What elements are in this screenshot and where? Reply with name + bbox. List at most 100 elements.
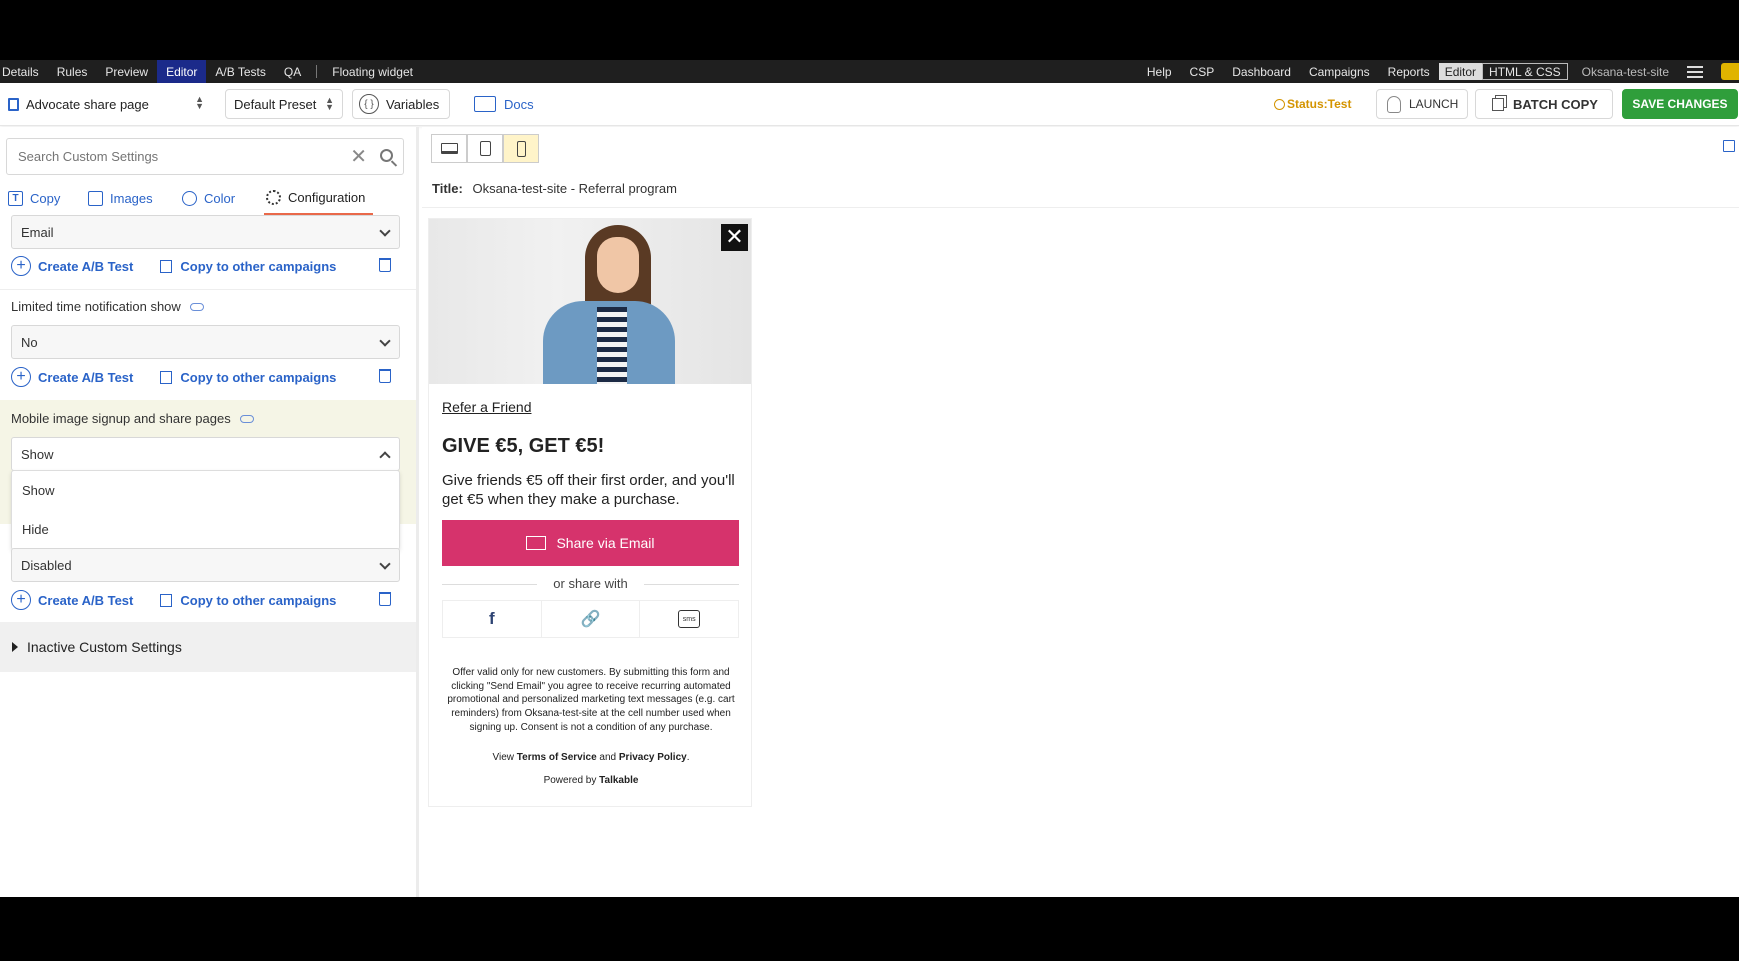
docs-link[interactable]: Docs (474, 89, 534, 119)
updown-arrows-icon: ▲ ▼ (195, 94, 204, 111)
chevron-down-icon (379, 558, 391, 570)
nav-reports[interactable]: Reports (1379, 60, 1439, 83)
copy-link-button[interactable]: 🔗 (542, 601, 641, 637)
setting-select-open[interactable]: Show (11, 437, 400, 471)
page-select[interactable]: Advocate share page ▲ ▼ (2, 89, 212, 119)
tablet-view-button[interactable] (467, 134, 503, 163)
select-value: Disabled (21, 557, 72, 573)
nav-floating-widget[interactable]: Floating widget (323, 60, 422, 83)
plus-icon[interactable]: + (11, 590, 31, 610)
link-icon: 🔗 (580, 611, 601, 628)
variables-button[interactable]: { } Variables (352, 89, 450, 119)
refer-a-friend-link[interactable]: Refer a Friend (442, 399, 531, 415)
tab-copy[interactable]: T Copy (8, 182, 60, 215)
terms-and: and (599, 752, 617, 763)
plus-icon[interactable]: + (11, 367, 31, 387)
search-icon[interactable] (380, 149, 393, 162)
facebook-icon: f (489, 609, 495, 628)
setting-actions: + Create A/B Test Copy to other campaign… (11, 365, 411, 389)
external-link-icon[interactable] (1723, 140, 1735, 152)
title-value: Oksana-test-site - Referral program (472, 181, 677, 196)
search-input[interactable] (18, 149, 338, 164)
updown-arrows-icon: ▲ ▼ (325, 95, 334, 112)
facebook-share-button[interactable]: f (443, 601, 542, 637)
trash-icon[interactable] (379, 369, 391, 383)
setting-select[interactable]: Email (11, 215, 400, 249)
mobile-view-button[interactable] (503, 134, 539, 163)
tab-configuration-label: Configuration (288, 190, 366, 205)
site-name[interactable]: Oksana-test-site (1568, 60, 1681, 83)
sms-share-button[interactable]: sms (640, 601, 738, 637)
launch-button[interactable]: LAUNCH (1376, 89, 1468, 119)
rocket-icon (1387, 95, 1401, 113)
share-via-email-button[interactable]: Share via Email (442, 520, 739, 566)
terms-of-service-link[interactable]: Terms of Service (517, 752, 597, 763)
tab-copy-label: Copy (30, 191, 61, 206)
plus-icon[interactable]: + (11, 256, 31, 276)
copy-icon (160, 370, 173, 384)
image-icon (88, 191, 103, 206)
preset-label: Default Preset (234, 96, 317, 112)
nav-preview[interactable]: Preview (96, 60, 157, 83)
docs-icon (474, 96, 496, 112)
nav-ab-tests[interactable]: A/B Tests (206, 60, 274, 83)
tablet-icon (479, 141, 491, 156)
preset-select[interactable]: Default Preset ▲ ▼ (225, 89, 343, 119)
setting-select[interactable]: Disabled (11, 548, 400, 582)
tab-color[interactable]: Color (182, 182, 235, 215)
option-show[interactable]: Show (12, 471, 399, 510)
inactive-settings-toggle[interactable]: Inactive Custom Settings (0, 622, 416, 672)
nav-help[interactable]: Help (1138, 60, 1181, 83)
lock-icon[interactable] (1721, 63, 1739, 80)
option-hide[interactable]: Hide (12, 510, 399, 549)
search-box: ✕ (6, 138, 404, 175)
link-icon[interactable] (239, 414, 254, 423)
page-title: Title: Oksana-test-site - Referral progr… (432, 181, 677, 196)
or-share-with-label: or share with (442, 576, 739, 591)
nav-rules[interactable]: Rules (48, 60, 97, 83)
nav-editor[interactable]: Editor (157, 60, 207, 83)
phone-icon (516, 140, 526, 157)
copy-to-campaigns-button[interactable]: Copy to other campaigns (180, 593, 336, 608)
trash-icon[interactable] (379, 258, 391, 272)
docs-label: Docs (504, 96, 534, 112)
privacy-policy-link[interactable]: Privacy Policy (619, 752, 687, 763)
envelope-icon (526, 536, 547, 550)
variables-label: Variables (386, 96, 440, 112)
batch-copy-button[interactable]: BATCH COPY (1475, 89, 1613, 119)
status-dot-icon (1274, 98, 1285, 110)
nav-campaigns[interactable]: Campaigns (1300, 60, 1379, 83)
toggle-editor[interactable]: Editor (1438, 63, 1483, 80)
chevron-down-icon (379, 335, 391, 347)
tab-images[interactable]: Images (88, 182, 153, 215)
trash-icon[interactable] (379, 592, 391, 606)
nav-csp[interactable]: CSP (1181, 60, 1224, 83)
save-changes-button[interactable]: SAVE CHANGES (1622, 89, 1738, 119)
setting-select[interactable]: No (11, 325, 400, 359)
copy-to-campaigns-button[interactable]: Copy to other campaigns (180, 259, 336, 274)
nav-divider (316, 65, 318, 78)
desktop-view-button[interactable] (431, 134, 467, 163)
link-icon[interactable] (189, 302, 204, 311)
copy-to-campaigns-button[interactable]: Copy to other campaigns (180, 370, 336, 385)
offer-headline: GIVE €5, GET €5! (442, 435, 605, 457)
setting-label: Limited time notification show (11, 299, 204, 314)
clear-icon[interactable]: ✕ (350, 147, 367, 167)
talkable-brand[interactable]: Talkable (599, 775, 638, 786)
top-nav: Details Rules Preview Editor A/B Tests Q… (0, 60, 1739, 83)
nav-dashboard[interactable]: Dashboard (1223, 60, 1300, 83)
nav-qa[interactable]: QA (275, 60, 310, 83)
settings-tabs: T Copy Images Color Configuration (0, 182, 416, 215)
page-select-label: Advocate share page (26, 96, 149, 112)
tab-configuration[interactable]: Configuration (264, 182, 373, 215)
menu-icon[interactable] (1687, 65, 1703, 78)
create-ab-test-button[interactable]: Create A/B Test (38, 370, 133, 385)
toggle-html-css[interactable]: HTML & CSS (1482, 63, 1568, 80)
app-window: Details Rules Preview Editor A/B Tests Q… (0, 60, 1739, 897)
create-ab-test-button[interactable]: Create A/B Test (38, 593, 133, 608)
tab-color-label: Color (204, 191, 236, 206)
close-icon[interactable]: ✕ (721, 224, 748, 251)
social-share-buttons: f 🔗 sms (442, 600, 739, 638)
create-ab-test-button[interactable]: Create A/B Test (38, 259, 133, 274)
nav-details[interactable]: Details (0, 60, 48, 83)
